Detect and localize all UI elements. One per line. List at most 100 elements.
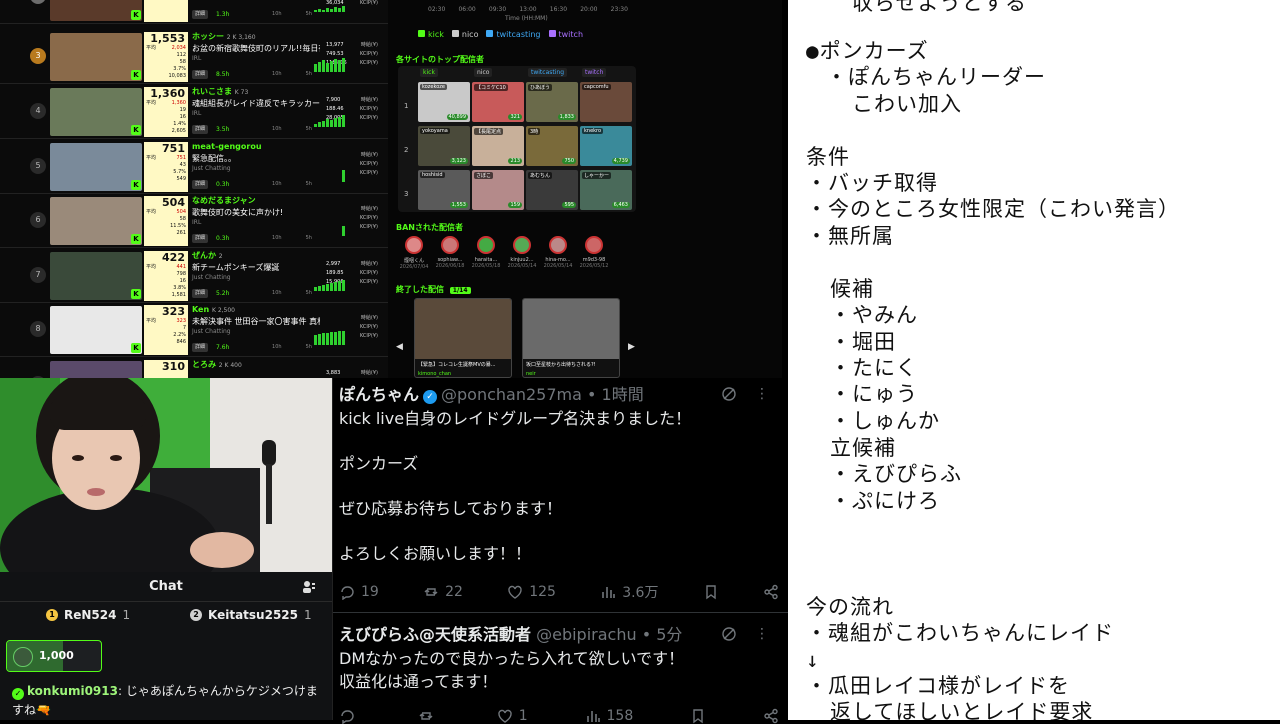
chat-username[interactable]: konkumi0913	[27, 684, 118, 698]
legend-swatch-icon	[548, 30, 556, 37]
timeline-tick: 10h	[272, 11, 282, 17]
ended-title-label: 終了した配信	[396, 285, 444, 294]
top-streamer-cell[interactable]: さぼこ 159	[472, 170, 524, 210]
viewer-count: 310	[162, 360, 185, 373]
rank-row[interactable]: 5 K 751 平均 751 43 5.7% 549 meat-gengorou 緊急配信。。 J…	[0, 140, 388, 194]
note-line: 条件	[806, 145, 850, 169]
top-streamer-cell[interactable]: 【長尾定点 213	[472, 126, 524, 166]
reply-button[interactable]	[339, 708, 361, 724]
legend-item-twitch[interactable]: twitch	[548, 30, 583, 39]
viewer-stat-line: 43	[144, 162, 188, 169]
like-button[interactable]: 1	[497, 708, 528, 724]
top-streamer-cell[interactable]: 【コミケC10 321	[472, 82, 524, 122]
banned-streamer[interactable]: hina-mo... 2026/05/14	[540, 236, 576, 269]
stream-thumbnail[interactable]	[50, 0, 142, 21]
top-streamer-viewers: 595	[562, 202, 576, 208]
chat-leader[interactable]: 1 ReN524 1	[46, 608, 130, 622]
top-streamer-cell[interactable]: capcomfu	[580, 82, 632, 122]
ended-stream-card[interactable]: 【緊急】コレコレ生誕祭MVの暴... kimono_chan	[414, 298, 512, 378]
tweet-author-name[interactable]: ぽんちゃん	[339, 385, 419, 404]
viewer-stat-value: 549	[176, 176, 186, 182]
ended-stream-card[interactable]: 坂口至星枝から出待ちされる?! neir	[522, 298, 620, 378]
detail-button[interactable]: 詳細	[192, 343, 209, 352]
detail-button[interactable]: 詳細	[192, 234, 209, 243]
chat-header: Chat	[0, 572, 332, 602]
stream-thumbnail[interactable]	[50, 143, 142, 191]
ended-prev-arrow[interactable]: ◀	[396, 342, 403, 352]
rank-row[interactable]: 2K平均2,6682443,488 時給(¥)KCIP(¥)36,034KCIP…	[0, 0, 388, 24]
detail-button[interactable]: 詳細	[192, 70, 209, 79]
retweet-button[interactable]	[418, 708, 440, 724]
top-streamer-viewers: 321	[508, 114, 522, 120]
banned-streamer[interactable]: haraita... 2026/05/18	[468, 236, 504, 269]
detail-button[interactable]: 詳細	[192, 180, 209, 189]
legend-item-kick[interactable]: kick	[418, 30, 444, 39]
stream-thumbnail[interactable]	[50, 361, 142, 378]
grok-icon[interactable]	[721, 386, 737, 406]
banned-streamer[interactable]: sophiaw... 2026/06/18	[432, 236, 468, 269]
share-button[interactable]	[763, 708, 779, 724]
rank-row[interactable]: 3 K 1,553 平均 2,034 112 58 3.7% 10,083 ホッシー 2 K 3,…	[0, 30, 388, 84]
stream-thumbnail[interactable]	[50, 33, 142, 81]
note-line: ・にゅう	[830, 382, 918, 406]
top-streamer-cell[interactable]: あむちん 595	[526, 170, 578, 210]
stream-thumbnail[interactable]	[50, 306, 142, 354]
user-list-icon[interactable]	[302, 580, 316, 594]
retweet-button[interactable]: 22	[423, 582, 463, 602]
grok-icon[interactable]	[721, 626, 737, 646]
tweet-handle[interactable]: @ebipirachu	[536, 625, 637, 644]
gift-progress[interactable]: 1,000	[6, 640, 102, 672]
bookmark-button[interactable]	[703, 582, 719, 602]
legend-item-twitcasting[interactable]: twitcasting	[486, 30, 541, 39]
top-streamer-cell[interactable]: kozekoze 40,899	[418, 82, 470, 122]
detail-button[interactable]: 詳細	[192, 10, 209, 19]
top-streamer-cell[interactable]: ひあぼう 1,833	[526, 82, 578, 122]
top-streamer-cell[interactable]: hoshisid 1,553	[418, 170, 470, 210]
sparkline-bar	[338, 8, 341, 12]
ended-next-arrow[interactable]: ▶	[628, 342, 635, 352]
top-streamer-cell[interactable]: yokoyama 3,123	[418, 126, 470, 166]
tweet-time[interactable]: 1時間	[602, 385, 644, 404]
more-options-icon[interactable]: ⋮	[755, 626, 769, 646]
top-streamer-cell[interactable]: しゃーかー 6,463	[580, 170, 632, 210]
legend-item-nico[interactable]: nico	[451, 30, 478, 39]
sparkline-bar	[330, 283, 333, 291]
views-button[interactable]: 158	[585, 708, 633, 724]
rank-row[interactable]: 4 K 1,360 平均 1,360 19 16 1.4% 2,605 れいこさま K 73 魂組組…	[0, 85, 388, 139]
more-options-icon[interactable]: ⋮	[755, 386, 769, 406]
chat-leader[interactable]: 2 Keitatsu2525 1	[190, 608, 312, 622]
top-streamer-cell[interactable]: 3時 750	[526, 126, 578, 166]
tweet-line: kick live自身のレイドグループ名決まりました！	[339, 409, 692, 428]
stream-thumbnail[interactable]	[50, 252, 142, 300]
views-button[interactable]: 3.6万	[600, 582, 658, 602]
tweet-time[interactable]: 5分	[656, 625, 682, 644]
tweet[interactable]: ぽんちゃん ✓ @ponchan257ma • 1時間 ⋮ kick live自身のレイ…	[339, 384, 779, 566]
rank-number: 7	[30, 267, 46, 283]
stream-thumbnail[interactable]	[50, 88, 142, 136]
banned-streamer[interactable]: 煙咽くん 2026/07/04	[396, 236, 432, 270]
tweet-author-name[interactable]: えびぴらふ@天使系活動者	[339, 625, 531, 644]
streamer-name-extra: 2 K 400	[218, 362, 242, 369]
rank-row[interactable]: 6 K 504 平均 504 58 11.5% 261 なめだるまジャン 歌舞伎町の美女に声かけ…	[0, 194, 388, 248]
tweet-handle[interactable]: @ponchan257ma	[441, 385, 582, 404]
detail-button[interactable]: 詳細	[192, 125, 209, 134]
rank-row[interactable]: 8 K 323 平均 323 7 2.2% 846 Ken K 2,500 未解決事件 世田谷一家…	[0, 303, 388, 357]
banned-streamer[interactable]: m9d3-98 2026/05/12	[576, 236, 612, 269]
sparkline-bar	[334, 118, 337, 127]
bookmark-button[interactable]	[690, 708, 706, 724]
like-button[interactable]: 125	[507, 582, 556, 602]
banned-streamer[interactable]: kinjuu2... 2026/05/14	[504, 236, 540, 269]
share-button[interactable]	[763, 582, 779, 602]
stream-info: 時給(¥)KCIP(¥)36,034KCIP(¥)詳細1.3h10h5h	[192, 0, 382, 22]
timeline-tick: 10h	[272, 181, 282, 187]
detail-button[interactable]: 詳細	[192, 289, 209, 298]
reply-button[interactable]: 19	[339, 582, 379, 602]
tweet[interactable]: えびぴらふ@天使系活動者 @ebipirachu • 5分 ⋮ DMなかったので良か…	[339, 624, 779, 693]
top-streamer-viewers: 40,899	[446, 114, 468, 120]
top-streamer-cell[interactable]: knekro 4,739	[580, 126, 632, 166]
viewer-stat-line: 10,083	[144, 73, 188, 80]
stream-info: Ken K 2,500未解決事件 世田谷一家〇害事件 真相考察Just Chat…	[192, 305, 382, 355]
rank-row[interactable]: 7 K 422 平均 441 798 16 3.8% 1,581 ぜんか 2 新チームポンキーズ爆誕…	[0, 249, 388, 303]
rank-row[interactable]: 9K310とろみ 2 K 4003,883時給(¥)KCIP(¥)KCIP(¥)	[0, 358, 388, 378]
stream-thumbnail[interactable]	[50, 197, 142, 245]
